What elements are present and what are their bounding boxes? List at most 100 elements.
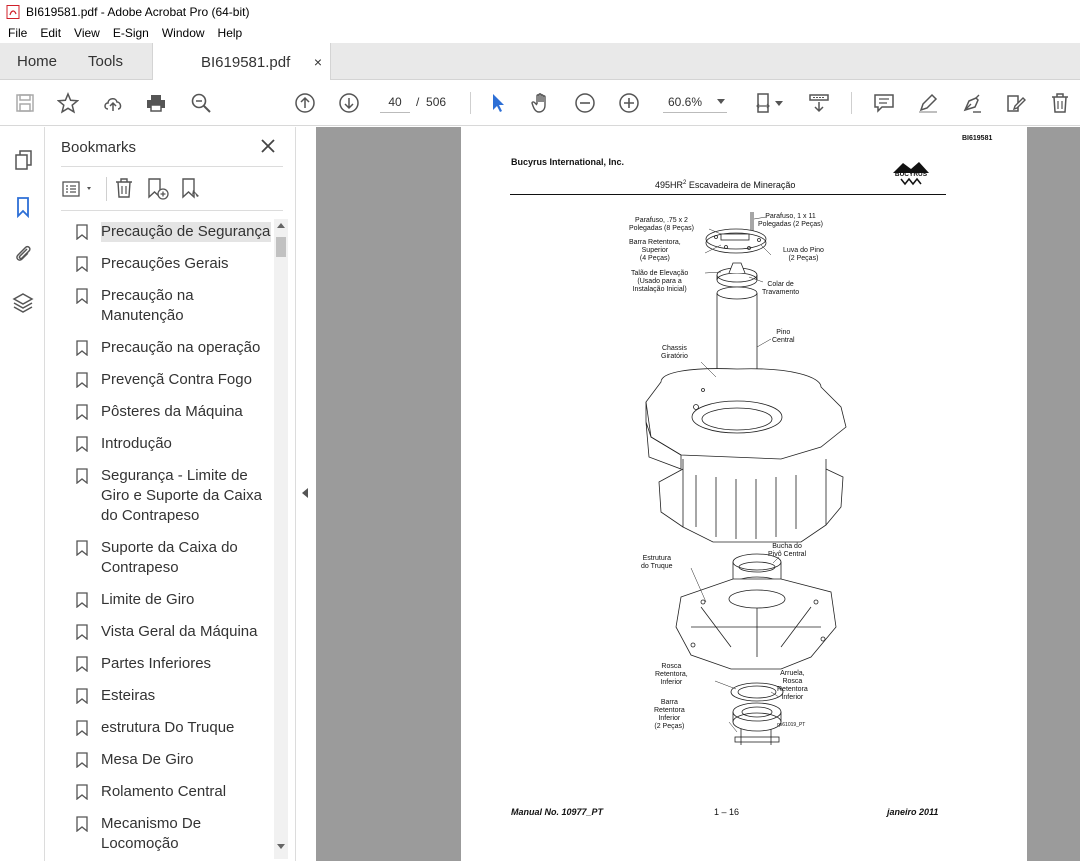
bookmark-label: Rolamento Central bbox=[101, 783, 227, 800]
page-display-dropdown[interactable] bbox=[774, 90, 784, 116]
page-number-input[interactable] bbox=[380, 91, 410, 113]
bookmark-label: Mecanismo De Locomoção bbox=[101, 815, 202, 852]
bookmark-item[interactable]: Suporte da Caixa do Contrapeso bbox=[76, 535, 274, 581]
options-list-icon[interactable] bbox=[62, 180, 96, 198]
bookmark-search-icon[interactable] bbox=[180, 177, 204, 201]
bookmark-label: Prevençã Contra Fogo bbox=[101, 371, 252, 388]
edit-document-icon bbox=[1007, 95, 1026, 112]
bookmark-item[interactable]: estrutura Do Truque bbox=[76, 715, 274, 741]
menu-help[interactable]: Help bbox=[210, 26, 248, 40]
zoom-in-button[interactable] bbox=[616, 90, 642, 116]
bookmark-label: Introdução bbox=[101, 435, 172, 452]
menu-view[interactable]: View bbox=[66, 26, 105, 40]
bookmark-item[interactable]: Precauções Gerais bbox=[76, 251, 274, 277]
bookmark-star-button[interactable] bbox=[55, 90, 81, 116]
bookmark-icon bbox=[76, 540, 88, 556]
bookmarks-title: Bookmarks bbox=[61, 139, 137, 156]
label-bolt-75: Parafuso, .75 x 2 Polegadas (8 Peças) bbox=[629, 217, 694, 232]
menu-esign[interactable]: E-Sign bbox=[105, 26, 154, 40]
bookmark-label: estrutura Do Truque bbox=[101, 719, 235, 736]
trash-icon bbox=[1052, 93, 1068, 113]
bookmark-label: Precaução na Manutenção bbox=[101, 287, 194, 324]
upload-cloud-icon bbox=[104, 98, 122, 111]
share-button[interactable] bbox=[100, 90, 126, 116]
zoom-search-button[interactable] bbox=[188, 90, 214, 116]
bookmark-item[interactable]: Prevençã Contra Fogo bbox=[76, 367, 274, 393]
bookmarks-scrollbar[interactable] bbox=[274, 219, 288, 859]
bookmark-label: Limite de Giro bbox=[101, 591, 195, 608]
bookmark-icon bbox=[76, 468, 88, 484]
next-page-button[interactable] bbox=[336, 90, 362, 116]
select-tool-button[interactable] bbox=[485, 90, 511, 116]
bookmarks-toolbar bbox=[46, 175, 295, 203]
bookmark-item[interactable]: Mecanismo De Locomoção bbox=[76, 811, 274, 857]
label-locking-collar: Colar de Travamento bbox=[762, 281, 800, 296]
bookmark-item[interactable]: Precaução na Manutenção bbox=[76, 283, 274, 329]
page-thumbnails-button[interactable] bbox=[10, 147, 36, 173]
magnifier-minus-icon bbox=[191, 93, 211, 113]
pages-icon bbox=[15, 150, 32, 170]
highlight-button[interactable] bbox=[915, 90, 941, 116]
attachments-button[interactable] bbox=[10, 241, 36, 267]
bookmark-label: Vista Geral da Máquina bbox=[101, 623, 258, 640]
panel-splitter[interactable] bbox=[295, 127, 315, 861]
bookmark-item[interactable]: Partes Inferiores bbox=[76, 651, 274, 677]
bookmarks-panel-button[interactable] bbox=[10, 194, 36, 220]
bookmark-item[interactable]: Limite de Giro bbox=[76, 587, 274, 613]
bookmarks-panel: Bookmarks Precaução de Segurança Precauçõ… bbox=[46, 127, 295, 861]
bookmark-item[interactable]: Mesa De Giro bbox=[76, 747, 274, 773]
hand-tool-button[interactable] bbox=[528, 90, 554, 116]
new-bookmark-icon[interactable] bbox=[146, 177, 170, 201]
bookmark-icon bbox=[76, 720, 88, 736]
edit-pdf-button[interactable] bbox=[1003, 90, 1029, 116]
trash-icon[interactable] bbox=[113, 177, 135, 199]
save-button[interactable] bbox=[12, 90, 38, 116]
bookmark-item[interactable]: Precaução de Segurança bbox=[76, 219, 274, 245]
layers-button[interactable] bbox=[10, 289, 36, 315]
scroll-up-arrow[interactable] bbox=[277, 223, 285, 228]
tab-home[interactable]: Home bbox=[17, 43, 57, 80]
fit-page-icon bbox=[756, 93, 770, 113]
bookmark-icon bbox=[76, 436, 88, 452]
label-center-pin: Pino Central bbox=[772, 329, 795, 344]
bookmark-icon bbox=[76, 656, 88, 672]
menu-window[interactable]: Window bbox=[154, 26, 210, 40]
zoom-value: 60.6% bbox=[668, 95, 703, 109]
bookmark-item[interactable]: Vista Geral da Máquina bbox=[76, 619, 274, 645]
scroll-thumb[interactable] bbox=[276, 237, 286, 257]
label-center-pivot-bushing: Bucha do Pivô Central bbox=[768, 543, 807, 558]
previous-page-button[interactable] bbox=[292, 90, 318, 116]
tab-tools[interactable]: Tools bbox=[88, 43, 123, 80]
bookmark-item[interactable]: Pôsteres da Máquina bbox=[76, 399, 274, 425]
menu-edit[interactable]: Edit bbox=[32, 26, 66, 40]
bookmark-icon bbox=[76, 816, 88, 832]
sign-button[interactable] bbox=[959, 90, 985, 116]
bookmark-item[interactable]: Introdução bbox=[76, 431, 274, 457]
figure-code: qs61019_PT bbox=[777, 722, 806, 728]
delete-button[interactable] bbox=[1047, 90, 1073, 116]
close-icon[interactable] bbox=[259, 137, 277, 155]
zoom-dropdown[interactable]: 60.6% bbox=[663, 91, 727, 113]
page-heading: 495HR2 Escavadeira de Mineração bbox=[655, 180, 796, 190]
tab-close-button[interactable]: × bbox=[314, 54, 322, 70]
bookmark-item[interactable]: Esteiras bbox=[76, 683, 274, 709]
bookmark-item[interactable]: Segurança - Limite de Giro e Suporte da … bbox=[76, 463, 274, 529]
print-button[interactable] bbox=[143, 90, 169, 116]
tab-document[interactable]: BI619581.pdf × bbox=[152, 43, 331, 81]
document-view[interactable]: BI619581 Bucyrus International, Inc. BUC… bbox=[316, 127, 1080, 861]
scroll-down-arrow[interactable] bbox=[277, 844, 285, 849]
layers-icon bbox=[12, 293, 34, 313]
comment-button[interactable] bbox=[871, 90, 897, 116]
collapse-arrow-icon[interactable] bbox=[302, 488, 308, 498]
divider bbox=[61, 210, 283, 211]
scroll-mode-button[interactable] bbox=[806, 90, 832, 116]
zoom-out-button[interactable] bbox=[572, 90, 598, 116]
fountain-pen-icon bbox=[963, 94, 981, 113]
window-title: BI619581.pdf - Adobe Acrobat Pro (64-bit… bbox=[26, 4, 250, 19]
bookmark-item[interactable]: Rolamento Central bbox=[76, 779, 274, 805]
menu-file[interactable]: File bbox=[0, 26, 32, 40]
label-washer: Arruela, Rosca Retentora Inferior bbox=[777, 670, 808, 701]
bookmark-item[interactable]: Precaução na operação bbox=[76, 335, 274, 361]
bookmark-label: Pôsteres da Máquina bbox=[101, 403, 243, 420]
bookmark-icon bbox=[76, 256, 88, 272]
